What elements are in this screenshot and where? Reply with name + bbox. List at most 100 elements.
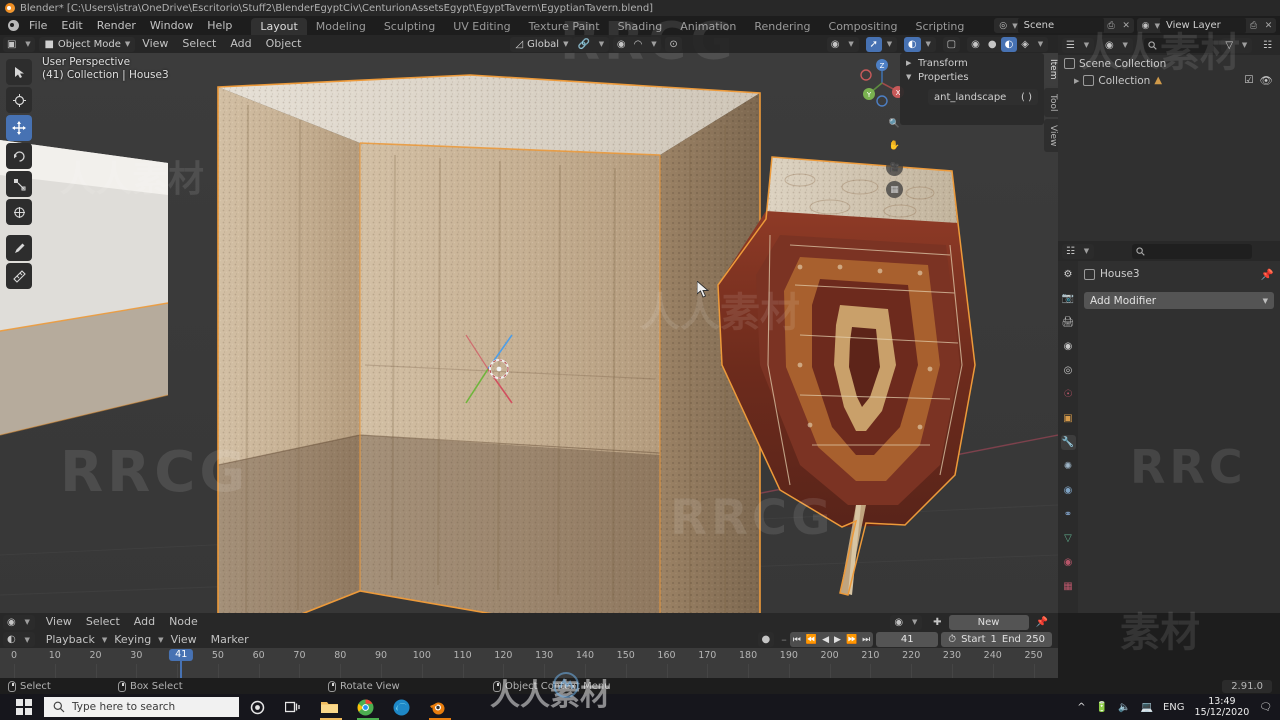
move-tool-button[interactable] [6, 115, 32, 141]
timeline-editor-type-selector[interactable]: ◐ ▼ [3, 632, 35, 647]
tab-uv-editing[interactable]: UV Editing [444, 18, 519, 35]
new-collection-icon[interactable]: ☷ [1259, 38, 1276, 53]
annotate-tool-button[interactable] [6, 235, 32, 261]
gizmo-chevron-down-icon[interactable]: ▼ [882, 37, 897, 52]
tab-rendering[interactable]: Rendering [745, 18, 819, 35]
material-browse-icon[interactable]: ◉ [890, 615, 907, 630]
add-modifier-button[interactable]: Add Modifier ▼ [1084, 292, 1274, 309]
show-gizmo-icon[interactable]: ➚ [865, 36, 882, 52]
cursor-tool-button[interactable] [6, 87, 32, 113]
outliner-search-input[interactable] [1143, 37, 1215, 53]
material-preview-shading-icon[interactable]: ◐ [1000, 36, 1018, 52]
shading-modes[interactable]: ◉ ● ◐ ◈ ▼ [967, 36, 1048, 52]
menu-render[interactable]: Render [90, 16, 143, 35]
language-indicator[interactable]: ENG [1163, 702, 1185, 713]
shader-menu-add[interactable]: Add [127, 613, 162, 631]
constraints-tab-icon[interactable]: ⚭ [1061, 507, 1076, 522]
outliner-type-chevron-down-icon[interactable]: ▼ [1079, 38, 1094, 53]
keying-chevron-down-icon[interactable]: ▼ [158, 636, 163, 644]
shading-chevron-down-icon[interactable]: ▼ [1033, 37, 1048, 52]
material-tab-icon[interactable]: ◉ [1061, 555, 1076, 570]
network-icon[interactable]: 💻 [1141, 702, 1153, 713]
tab-scripting[interactable]: Scripting [906, 18, 973, 35]
gizmo-controls[interactable]: ➚ ▼ [865, 36, 897, 52]
xray-toggle[interactable]: ▢ [942, 36, 961, 52]
start-frame-value[interactable]: 1 [991, 634, 997, 645]
material-datablock-selector[interactable]: ◉ ▼ [890, 614, 923, 630]
menu-help[interactable]: Help [200, 16, 239, 35]
sidebar-tab-tool[interactable]: Tool [1044, 87, 1058, 117]
end-frame-value[interactable]: 250 [1026, 634, 1045, 645]
filter-funnel-icon[interactable]: ▽ [1221, 38, 1237, 53]
shader-menu-view[interactable]: View [39, 613, 79, 631]
timeline-playhead[interactable]: 41 [169, 649, 194, 661]
camera-view-icon[interactable]: 🎥 [886, 159, 903, 176]
volume-icon[interactable]: 🔈 [1118, 702, 1130, 713]
tab-shading[interactable]: Shading [609, 18, 672, 35]
chevron-right-icon[interactable]: ▶ [1074, 77, 1079, 85]
texture-tab-icon[interactable]: ▦ [1061, 579, 1076, 594]
edge-icon[interactable] [383, 694, 419, 720]
physics-tab-icon[interactable]: ◉ [1061, 483, 1076, 498]
viewlayer-datablock[interactable]: ◉ ▼ View Layer ⎙ ✕ [1136, 18, 1276, 33]
timeline-menu-marker[interactable]: Marker [204, 631, 256, 649]
render-tab-icon[interactable]: 📷 [1061, 291, 1076, 306]
menu-window[interactable]: Window [143, 16, 200, 35]
overlay-controls[interactable]: ◐ ▼ [903, 36, 936, 52]
outliner-filter[interactable]: ▽ ▼ [1221, 37, 1253, 53]
output-tab-icon[interactable]: 🖨 [1061, 315, 1076, 330]
properties-editor-type-selector[interactable]: ☷ ▼ [1062, 243, 1094, 259]
pin-icon[interactable]: 📌 [1261, 268, 1274, 281]
outliner-row-collection[interactable]: ▶ Collection ▲ ☑ 👁 [1058, 72, 1280, 89]
show-overlays-icon[interactable]: ◐ [903, 36, 921, 52]
timeline-ruler[interactable]: 0102030405060708090100110120130140150160… [0, 648, 1058, 678]
solid-shading-icon[interactable]: ● [984, 37, 1001, 52]
play-reverse-button[interactable]: ◀ [822, 635, 829, 645]
jump-to-end-button[interactable]: ⏭ [862, 635, 870, 645]
visibility-chevron-down-icon[interactable]: ▼ [844, 37, 859, 52]
eye-icon[interactable]: 👁 [1260, 74, 1273, 87]
pivot-point-icon[interactable]: ⊙ [665, 37, 681, 52]
shader-editor-type-selector[interactable]: ◉ ▼ [3, 614, 35, 630]
proportional-editing-controls[interactable]: ◉ ◠ ▼ [612, 36, 662, 52]
scene-unlink-button[interactable]: ✕ [1119, 18, 1134, 33]
snap-chevron-down-icon[interactable]: ▼ [594, 37, 609, 52]
blender-menu-icon[interactable] [4, 18, 22, 34]
blender-icon[interactable] [419, 694, 455, 720]
overlays-chevron-down-icon[interactable]: ▼ [921, 37, 936, 52]
visibility-controls[interactable]: ◉ ▼ [826, 36, 859, 52]
task-view-icon[interactable] [275, 694, 311, 720]
checkbox-icon[interactable]: ☑ [1244, 74, 1253, 87]
wireframe-shading-icon[interactable]: ◉ [967, 37, 984, 52]
scene-chevron-down-icon[interactable]: ▼ [1012, 22, 1017, 30]
tab-compositing[interactable]: Compositing [820, 18, 907, 35]
editor-type-selector[interactable]: ▣ ▼ [3, 36, 36, 52]
tweak-tool-button[interactable] [6, 59, 32, 85]
scene-name-field[interactable]: Scene [1017, 18, 1104, 33]
start-button[interactable] [4, 694, 44, 720]
current-frame-field[interactable]: 41 [876, 632, 939, 647]
outliner-row-scene-collection[interactable]: Scene Collection [1058, 55, 1280, 72]
magnet-icon[interactable]: 🔗 [573, 37, 593, 52]
battery-icon[interactable]: 🔋 [1096, 702, 1108, 713]
viewport-3d[interactable]: ▣ ▼ ■ Object Mode ▼ View Select Add Obje… [0, 35, 1058, 613]
viewlayer-chevron-down-icon[interactable]: ▼ [1155, 22, 1160, 30]
snap-controls[interactable]: 🔗 ▼ [573, 36, 609, 52]
transform-tool-button[interactable] [6, 199, 32, 225]
record-icon[interactable]: ● [758, 632, 775, 647]
world-tab-icon[interactable]: ☉ [1061, 387, 1076, 402]
auto-keying-toggle[interactable]: ● [757, 632, 775, 647]
sidebar-tab-item[interactable]: Item [1044, 53, 1058, 86]
falloff-icon[interactable]: ◠ [630, 37, 647, 52]
scene-datablock[interactable]: ◎ ▼ Scene ⎙ ✕ [994, 18, 1134, 33]
properties-type-chevron-down-icon[interactable]: ▼ [1079, 244, 1094, 259]
npanel-section-transform[interactable]: ▶ Transform [900, 56, 1044, 70]
menu-file[interactable]: File [22, 16, 54, 35]
viewlayer-name-field[interactable]: View Layer [1160, 18, 1246, 33]
rotate-tool-button[interactable] [6, 143, 32, 169]
tool-tab-icon[interactable]: ⚙ [1061, 267, 1076, 282]
view-layer-tab-icon[interactable]: ◉ [1061, 339, 1076, 354]
rendered-shading-icon[interactable]: ◈ [1017, 37, 1033, 52]
add-material-icon[interactable]: ✚ [929, 615, 945, 630]
viewport-menu-view[interactable]: View [135, 35, 175, 53]
